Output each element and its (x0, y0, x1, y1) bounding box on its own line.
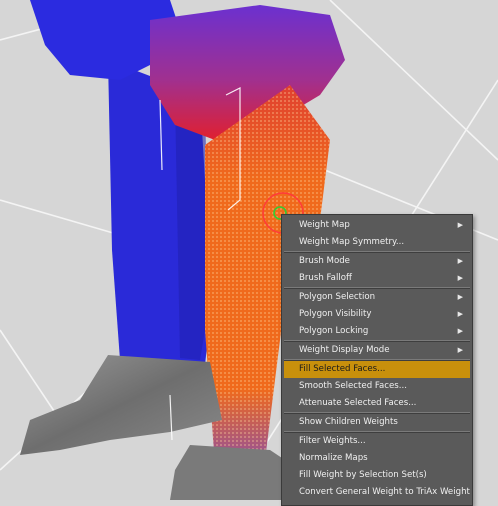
menu-item-brush-falloff[interactable]: Brush Falloff ▶ (284, 270, 470, 287)
menu-item-smooth-selected-faces[interactable]: Smooth Selected Faces... (284, 378, 470, 395)
menu-item-label: Show Children Weights (299, 417, 398, 427)
menu-item-fill-weight-by-selection-set-s[interactable]: Fill Weight by Selection Set(s) (284, 467, 470, 484)
menu-item-label: Brush Falloff (299, 273, 352, 283)
submenu-arrow-icon: ▶ (457, 327, 463, 335)
menu-item-label: Smooth Selected Faces... (299, 381, 407, 391)
menu-item-label: Weight Map Symmetry... (299, 237, 405, 247)
menu-item-convert-general-weight-to-triax-weight[interactable]: Convert General Weight to TriAx Weight (284, 484, 470, 501)
right-leg-shading (175, 100, 210, 360)
submenu-arrow-icon: ▶ (457, 257, 463, 265)
menu-item-label: Polygon Selection (299, 292, 376, 302)
menu-item-brush-mode[interactable]: Brush Mode ▶ (284, 253, 470, 270)
menu-item-label: Filter Weights... (299, 436, 366, 446)
menu-item-label: Brush Mode (299, 256, 350, 266)
menu-item-show-children-weights[interactable]: Show Children Weights (284, 414, 470, 431)
menu-item-label: Weight Map (299, 220, 350, 230)
submenu-arrow-icon: ▶ (457, 274, 463, 282)
menu-item-label: Convert General Weight to TriAx Weight (299, 487, 470, 497)
submenu-arrow-icon: ▶ (457, 310, 463, 318)
context-menu: Weight Map ▶ Weight Map Symmetry... Brush M… (281, 214, 473, 506)
submenu-arrow-icon: ▶ (457, 346, 463, 354)
menu-item-attenuate-selected-faces[interactable]: Attenuate Selected Faces... (284, 395, 470, 412)
menu-item-polygon-locking[interactable]: Polygon Locking ▶ (284, 323, 470, 340)
menu-item-label: Fill Weight by Selection Set(s) (299, 470, 427, 480)
menu-item-weight-display-mode[interactable]: Weight Display Mode ▶ (284, 342, 470, 359)
menu-item-fill-selected-faces[interactable]: Fill Selected Faces... (284, 361, 470, 378)
menu-item-normalize-maps[interactable]: Normalize Maps (284, 450, 470, 467)
menu-item-weight-map[interactable]: Weight Map ▶ (284, 217, 470, 234)
submenu-arrow-icon: ▶ (457, 221, 463, 229)
menu-item-polygon-visibility[interactable]: Polygon Visibility ▶ (284, 306, 470, 323)
submenu-arrow-icon: ▶ (457, 293, 463, 301)
menu-item-label: Polygon Visibility (299, 309, 372, 319)
menu-item-label: Polygon Locking (299, 326, 369, 336)
menu-item-label: Fill Selected Faces... (299, 364, 386, 374)
menu-item-weight-map-symmetry[interactable]: Weight Map Symmetry... (284, 234, 470, 251)
menu-item-label: Normalize Maps (299, 453, 368, 463)
menu-item-label: Attenuate Selected Faces... (299, 398, 417, 408)
menu-item-filter-weights[interactable]: Filter Weights... (284, 433, 470, 450)
menu-item-label: Weight Display Mode (299, 345, 390, 355)
menu-item-polygon-selection[interactable]: Polygon Selection ▶ (284, 289, 470, 306)
